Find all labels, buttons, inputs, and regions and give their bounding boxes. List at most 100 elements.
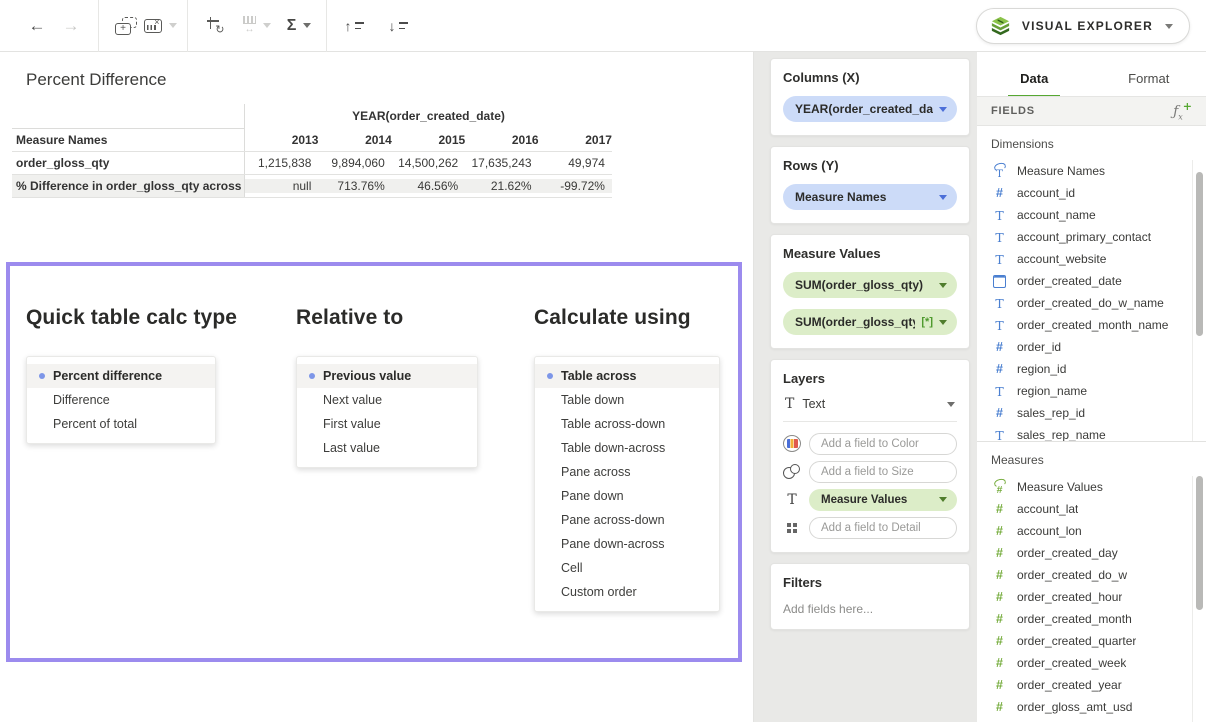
color-icon: [783, 435, 801, 452]
year-column-header: 2014: [318, 133, 391, 147]
calc-option[interactable]: Next value: [297, 388, 477, 412]
calc-option[interactable]: Pane down-across: [535, 532, 719, 556]
table-cell[interactable]: 14,500,262: [392, 156, 465, 170]
layer-drop-target[interactable]: Add a field to Size: [809, 461, 957, 483]
field-pill[interactable]: YEAR(order_created_date): [783, 96, 957, 122]
aggregate-button[interactable]: Σ: [282, 9, 316, 43]
measure-row-label: order_gloss_qty: [12, 152, 245, 174]
back-button[interactable]: ←: [20, 9, 54, 43]
field-item[interactable]: Measure Values: [977, 476, 1206, 498]
number-icon: [991, 655, 1008, 672]
field-item[interactable]: order_created_week: [977, 652, 1206, 674]
calc-option[interactable]: Table down: [535, 388, 719, 412]
field-item[interactable]: account_name: [977, 204, 1206, 226]
field-item[interactable]: order_created_year: [977, 674, 1206, 696]
field-item[interactable]: region_id: [977, 358, 1206, 380]
table-cell[interactable]: 49,974: [539, 156, 612, 170]
scrollbar-thumb[interactable]: [1196, 476, 1203, 610]
layer-drop-target[interactable]: Add a field to Detail: [809, 517, 957, 539]
calc-option[interactable]: Table across: [535, 364, 719, 388]
table-cell[interactable]: null: [245, 179, 318, 193]
field-pill[interactable]: SUM(order_gloss_qty): [783, 272, 957, 298]
calc-option[interactable]: Pane across-down: [535, 508, 719, 532]
field-pill[interactable]: Measure Names: [783, 184, 957, 210]
shelf-title: Measure Values: [783, 246, 957, 261]
calc-option[interactable]: Last value: [297, 436, 477, 460]
field-item[interactable]: order_created_month_name: [977, 314, 1206, 336]
field-item[interactable]: sales_rep_name: [977, 424, 1206, 442]
field-item[interactable]: order_created_date: [977, 270, 1206, 292]
calc-option[interactable]: Pane down: [535, 484, 719, 508]
table-cell[interactable]: 46.56%: [392, 179, 465, 193]
calc-option[interactable]: Table across-down: [535, 412, 719, 436]
layer-drop-target[interactable]: Add a field to Color: [809, 433, 957, 455]
layer-slot: Add a field to Color: [783, 432, 957, 455]
field-item[interactable]: order_created_quarter: [977, 630, 1206, 652]
toolbar: ← → + ↻ ↔ Σ ↑ ↓: [0, 0, 1206, 52]
tab-format[interactable]: Format: [1092, 71, 1206, 96]
swap-axes-icon: ↻: [207, 17, 224, 34]
number-icon: [991, 567, 1008, 584]
table-cell[interactable]: 17,635,243: [465, 156, 538, 170]
text-icon: [991, 383, 1008, 400]
table-cell[interactable]: 21.62%: [465, 179, 538, 193]
number-icon: [991, 589, 1008, 606]
layer-type-dropdown[interactable]: T Text: [783, 386, 957, 422]
field-pill[interactable]: SUM(order_gloss_qty) [*]: [783, 309, 957, 335]
field-item[interactable]: order_created_hour: [977, 586, 1206, 608]
field-item[interactable]: Measure Names: [977, 160, 1206, 182]
fit-width-button[interactable]: ↔: [240, 9, 274, 43]
field-item[interactable]: order_created_month: [977, 608, 1206, 630]
sort-ascending-button[interactable]: ↑: [337, 9, 371, 43]
calendar-icon: [991, 273, 1008, 290]
sort-descending-button[interactable]: ↓: [381, 9, 415, 43]
measure-values-icon: [991, 479, 1008, 496]
calc-option[interactable]: Cell: [535, 556, 719, 580]
calc-option[interactable]: Custom order: [535, 580, 719, 604]
scrollbar-thumb[interactable]: [1196, 172, 1203, 336]
table-cell[interactable]: 9,894,060: [318, 156, 391, 170]
text-icon: [991, 317, 1008, 334]
calc-option[interactable]: Percent of total: [27, 412, 215, 436]
field-item[interactable]: order_created_do_w: [977, 564, 1206, 586]
layer-field-pill[interactable]: Measure Values: [809, 489, 957, 511]
calc-section-title: Calculate using: [534, 306, 720, 330]
tab-data[interactable]: Data: [977, 71, 1092, 96]
field-item[interactable]: account_id: [977, 182, 1206, 204]
sort-descending-icon: ↓: [389, 18, 408, 34]
filters-drop-target[interactable]: Add fields here...: [783, 602, 957, 616]
add-calculated-field-button[interactable]: ƒx+: [1173, 100, 1192, 121]
forward-button[interactable]: →: [54, 9, 88, 43]
field-item[interactable]: order_created_day: [977, 542, 1206, 564]
field-item[interactable]: order_gloss_amt_usd: [977, 696, 1206, 718]
field-item[interactable]: account_primary_contact: [977, 226, 1206, 248]
table-cell[interactable]: 713.76%: [318, 179, 391, 193]
remove-viz-button[interactable]: [143, 9, 177, 43]
app-title: VISUAL EXPLORER: [1022, 19, 1153, 33]
shelf-title: Layers: [783, 371, 957, 386]
calc-option[interactable]: Percent difference: [27, 364, 215, 388]
field-item[interactable]: account_website: [977, 248, 1206, 270]
text-icon: [991, 229, 1008, 246]
calc-option[interactable]: Pane across: [535, 460, 719, 484]
text-icon: [991, 427, 1008, 443]
table-cell[interactable]: 1,215,838: [245, 156, 318, 170]
field-item[interactable]: order_created_do_w_name: [977, 292, 1206, 314]
table-row: % Difference in order_gloss_qty across t…: [12, 174, 612, 197]
swap-axes-button[interactable]: ↻: [198, 9, 232, 43]
sort-ascending-icon: ↑: [345, 18, 364, 34]
visual-explorer-menu[interactable]: VISUAL EXPLORER: [976, 8, 1190, 44]
field-item[interactable]: account_lat: [977, 498, 1206, 520]
calc-option[interactable]: Difference: [27, 388, 215, 412]
field-item[interactable]: account_lon: [977, 520, 1206, 542]
viz-canvas: Percent Difference YEAR(order_created_da…: [0, 52, 754, 722]
calc-option[interactable]: Table down-across: [535, 436, 719, 460]
duplicate-viz-button[interactable]: +: [109, 9, 143, 43]
calc-option[interactable]: First value: [297, 412, 477, 436]
field-item[interactable]: sales_rep_id: [977, 402, 1206, 424]
field-item[interactable]: region_name: [977, 380, 1206, 402]
calc-option[interactable]: Previous value: [297, 364, 477, 388]
table-cell[interactable]: -99.72%: [539, 179, 612, 193]
field-item[interactable]: order_id: [977, 336, 1206, 358]
row-header-label: Measure Names: [12, 128, 245, 151]
